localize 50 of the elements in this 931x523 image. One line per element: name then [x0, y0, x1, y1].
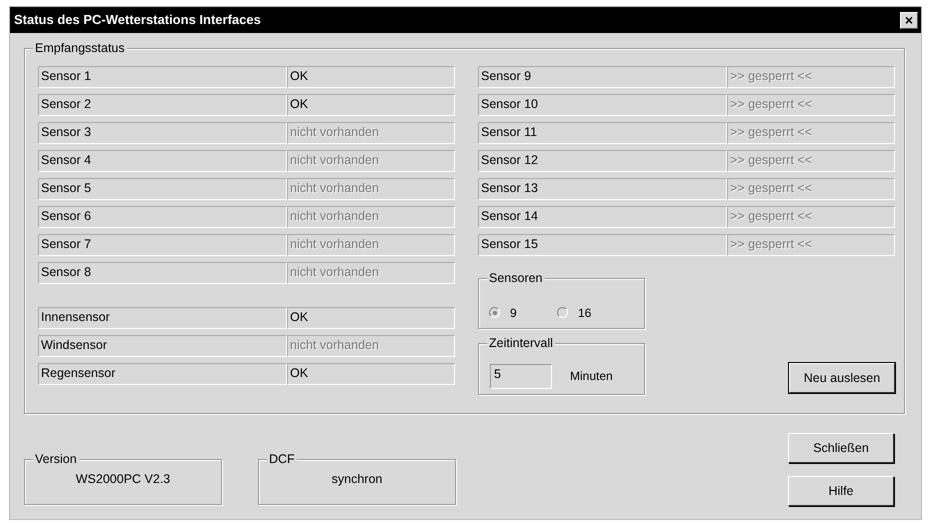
sensor-status: OK	[287, 66, 455, 88]
sensor-label: Sensor 12	[478, 150, 727, 172]
sensor-label: Sensor 1	[38, 66, 287, 88]
radio-button[interactable]	[557, 307, 568, 318]
sensor-label: Sensor 10	[478, 94, 727, 116]
sensor-label: Regensensor	[38, 363, 287, 385]
sensor-label: Sensor 9	[478, 66, 727, 88]
sensor-label: Sensor 6	[38, 206, 287, 228]
sensor-label: Sensor 5	[38, 178, 287, 200]
group-value: WS2000PC V2.3	[74, 471, 172, 488]
sensor-status: >> gesperrt <<	[727, 94, 895, 116]
sensor-status: >> gesperrt <<	[727, 150, 895, 172]
radio-label: 16	[578, 304, 592, 322]
sensor-status: nicht vorhanden	[287, 234, 455, 256]
group-value: synchron	[330, 471, 384, 488]
sensor-status: nicht vorhanden	[287, 150, 455, 172]
sensor-label: Windsensor	[38, 335, 287, 357]
close-button[interactable]: ×	[900, 12, 918, 28]
group-label: Empfangsstatus	[33, 40, 127, 56]
sensor-label: Innensensor	[38, 307, 287, 329]
sensor-status: >> gesperrt <<	[727, 206, 895, 228]
sensor-status: nicht vorhanden	[287, 206, 455, 228]
sensor-label: Sensor 8	[38, 262, 287, 284]
radio-button[interactable]	[489, 307, 500, 318]
radio-label: 9	[510, 304, 517, 322]
sensor-status: OK	[287, 94, 455, 116]
sensor-status: >> gesperrt <<	[727, 178, 895, 200]
sensor-status: nicht vorhanden	[287, 178, 455, 200]
dialog-button[interactable]: Schließen	[788, 433, 894, 463]
reread-button[interactable]: Neu auslesen	[789, 363, 895, 393]
sensor-status: nicht vorhanden	[287, 122, 455, 144]
sensor-label: Sensor 11	[478, 122, 727, 144]
sensor-status: OK	[287, 307, 455, 329]
sensor-status: nicht vorhanden	[287, 262, 455, 284]
sensor-label: Sensor 4	[38, 150, 287, 172]
dialog-button[interactable]: Hilfe	[788, 476, 894, 506]
sensor-label: Sensor 13	[478, 178, 727, 200]
sensor-status: OK	[287, 363, 455, 385]
sensor-label: Sensor 14	[478, 206, 727, 228]
sensor-status: >> gesperrt <<	[727, 234, 895, 256]
window-title: Status des PC-Wetterstations Interfaces	[14, 11, 261, 30]
sensor-label: Sensor 2	[38, 94, 287, 116]
sensor-status: nicht vorhanden	[287, 335, 455, 357]
sensor-label: Sensor 3	[38, 122, 287, 144]
sensor-label: Sensor 15	[478, 234, 727, 256]
sensor-label: Sensor 7	[38, 234, 287, 256]
unit-label: Minuten	[570, 368, 613, 385]
sensor-status: >> gesperrt <<	[727, 122, 895, 144]
interval-field[interactable]: 5	[490, 364, 552, 388]
sensor-status: >> gesperrt <<	[727, 66, 895, 88]
